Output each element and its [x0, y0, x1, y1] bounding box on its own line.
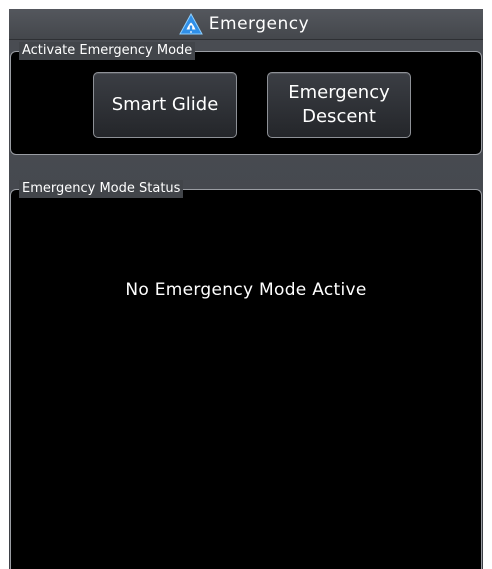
smart-glide-label: Smart Glide	[111, 94, 219, 115]
emergency-mode-status-group: Emergency Mode Status No Emergency Mode …	[10, 180, 482, 569]
emergency-descent-label-line1: Emergency	[288, 82, 390, 103]
activate-emergency-mode-group: Activate Emergency Mode Smart Glide Emer…	[10, 42, 482, 155]
status-message: No Emergency Mode Active	[125, 280, 367, 300]
page-title: Emergency	[208, 14, 310, 34]
activate-group-label: Activate Emergency Mode	[19, 42, 196, 60]
emergency-descent-button[interactable]: Emergency Descent	[267, 72, 411, 138]
emergency-descent-label-line2: Descent	[302, 106, 376, 127]
emergency-warning-icon	[178, 13, 203, 35]
title-bar: Emergency	[9, 9, 483, 40]
smart-glide-button[interactable]: Smart Glide	[93, 72, 237, 138]
status-group-label: Emergency Mode Status	[19, 180, 184, 198]
emergency-page: Emergency Activate Emergency Mode Smart …	[9, 9, 483, 569]
